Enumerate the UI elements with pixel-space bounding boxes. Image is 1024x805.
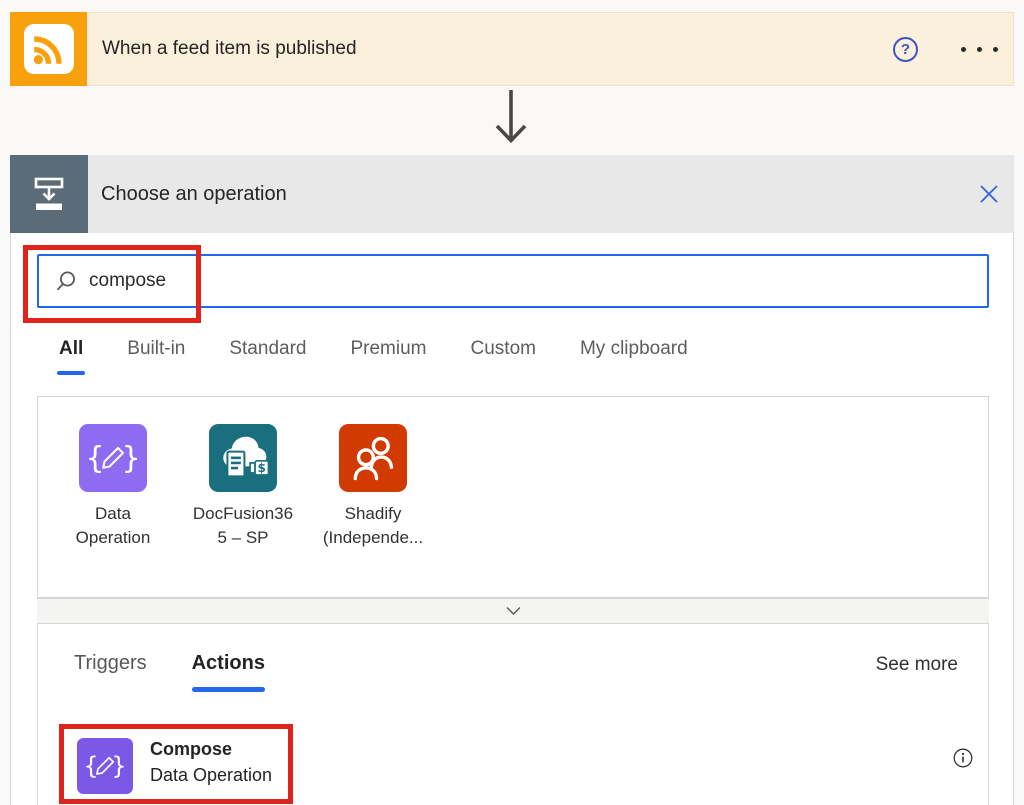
close-icon[interactable] [976, 181, 1002, 207]
trigger-card[interactable]: When a feed item is published ? [10, 12, 1014, 86]
search-input[interactable] [89, 270, 987, 292]
info-icon[interactable] [952, 747, 974, 769]
chevron-down-icon [505, 606, 522, 616]
ellipsis-icon [961, 47, 966, 52]
panel-header: Choose an operation [10, 155, 1014, 233]
more-options-button[interactable] [957, 37, 1001, 62]
search-box [37, 254, 989, 308]
svg-text:}: } [121, 441, 140, 476]
flow-designer: When a feed item is published ? C [0, 0, 1024, 805]
arrow-down-icon [491, 88, 531, 157]
braces-pencil-icon: { } [77, 738, 133, 794]
result-subtitle: Data Operation [150, 762, 272, 789]
panel-title: Choose an operation [101, 155, 287, 233]
trigger-title: When a feed item is published [102, 13, 357, 85]
category-tabs: All Built-in Standard Premium Custom My … [59, 338, 688, 375]
connector-tile-docfusion365[interactable]: $ DocFusion36 5 – SP [178, 424, 308, 597]
operations-list: Triggers Actions See more { } Compose Da… [37, 624, 989, 805]
connector-label: Shadify (Independe... [323, 502, 423, 550]
rss-icon [10, 12, 87, 86]
svg-text:{: { [85, 441, 104, 476]
list-tabs: Triggers Actions [74, 652, 265, 692]
connector-tile-data-operation[interactable]: { } Data Operation [48, 424, 178, 597]
connector-label: Data Operation [76, 502, 151, 550]
tab-all[interactable]: All [59, 338, 83, 375]
result-text: Compose Data Operation [150, 737, 272, 789]
svg-text:}: } [111, 752, 126, 780]
help-icon[interactable]: ? [893, 37, 918, 62]
braces-pencil-icon: { } [79, 424, 147, 492]
tab-custom[interactable]: Custom [471, 338, 536, 375]
result-title: Compose [150, 737, 272, 762]
tab-premium[interactable]: Premium [350, 338, 426, 375]
operation-panel: Choose an operation All Built-in Standar… [10, 155, 1014, 805]
see-more-button[interactable]: See more [876, 654, 958, 676]
connector-grid: { } Data Operation [37, 396, 989, 598]
connector-tile-shadify[interactable]: Shadify (Independe... [308, 424, 438, 597]
question-glyph: ? [901, 41, 910, 58]
tab-standard[interactable]: Standard [229, 338, 306, 375]
connector-label: DocFusion36 5 – SP [193, 502, 293, 550]
compose-result-row[interactable]: { } Compose Data Operation [38, 720, 990, 805]
two-people-icon [339, 424, 407, 492]
cloud-document-icon: $ [209, 424, 277, 492]
tab-built-in[interactable]: Built-in [127, 338, 185, 375]
expand-chevron-button[interactable] [37, 598, 989, 624]
tab-my-clipboard[interactable]: My clipboard [580, 338, 688, 375]
svg-text:{: { [83, 752, 98, 780]
search-icon [55, 270, 77, 292]
svg-text:$: $ [258, 461, 266, 475]
list-tab-triggers[interactable]: Triggers [74, 652, 147, 692]
choose-operation-icon [10, 155, 88, 233]
list-tab-actions[interactable]: Actions [192, 652, 265, 692]
